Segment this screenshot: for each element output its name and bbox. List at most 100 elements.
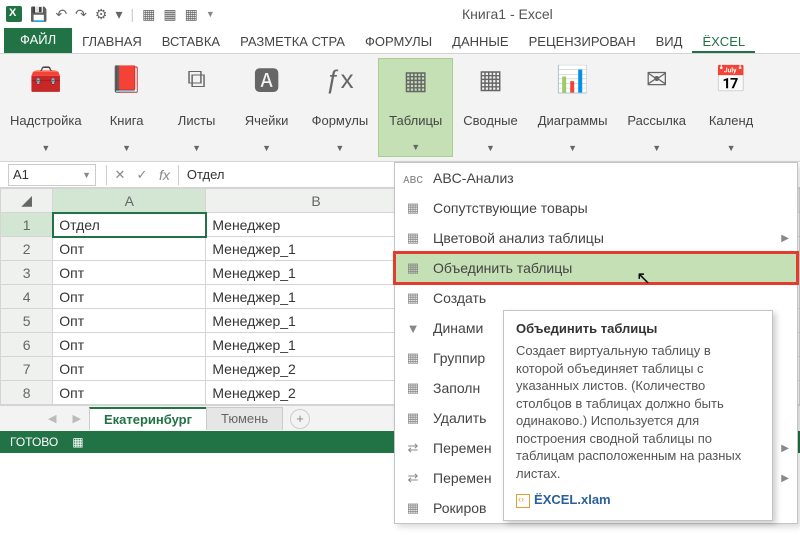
chevron-down-icon: ▼ bbox=[192, 143, 201, 153]
chevron-down-icon: ▼ bbox=[335, 143, 344, 153]
col-header-A[interactable]: A bbox=[53, 189, 206, 213]
name-box[interactable]: A1▼ bbox=[8, 164, 96, 186]
tables-menu-icon: ▦ bbox=[399, 63, 433, 97]
qat-more-icon[interactable]: ▾ bbox=[115, 6, 122, 23]
sheet-nav-prev-icon[interactable]: ◀ bbox=[48, 412, 56, 425]
cell[interactable]: Опт bbox=[53, 357, 206, 381]
cell[interactable]: Опт bbox=[53, 309, 206, 333]
chevron-right-icon: ▶ bbox=[781, 473, 789, 484]
chevron-down-icon: ▼ bbox=[568, 143, 577, 153]
excel-icon bbox=[6, 6, 22, 22]
tab-разметка стра[interactable]: РАЗМЕТКА СТРА bbox=[230, 30, 355, 53]
menu-item-icon: ▦ bbox=[403, 200, 423, 216]
menu-item[interactable]: ▦Цветовой анализ таблицы▶ bbox=[395, 223, 797, 253]
workbook-menu[interactable]: 📕Книга▼ bbox=[92, 58, 162, 157]
charts-menu-icon: 📊 bbox=[556, 62, 590, 96]
tab-вставка[interactable]: ВСТАВКА bbox=[152, 30, 230, 53]
menu-item[interactable]: ▦Создать bbox=[395, 283, 797, 313]
menu-item-icon: ▦ bbox=[403, 230, 423, 246]
qat-custom-icon[interactable]: ⚙ bbox=[95, 6, 108, 23]
row-header-3[interactable]: 3 bbox=[1, 261, 53, 285]
chevron-down-icon: ▼ bbox=[486, 143, 495, 153]
menu-item-icon: ▦ bbox=[403, 290, 423, 306]
cancel-edit-icon[interactable]: ✕ bbox=[109, 167, 131, 183]
formulas-menu[interactable]: ƒxФормулы▼ bbox=[302, 58, 379, 157]
cell[interactable]: Отдел bbox=[53, 213, 206, 237]
mail-menu[interactable]: ✉Рассылка▼ bbox=[617, 58, 696, 157]
addin-menu-icon: 🧰 bbox=[29, 62, 63, 96]
sheets-menu[interactable]: ⧉Листы▼ bbox=[162, 58, 232, 157]
menu-item[interactable]: ▦Сопутствующие товары bbox=[395, 193, 797, 223]
sheet-tab[interactable]: Екатеринбург bbox=[89, 407, 207, 430]
sheets-menu-icon: ⧉ bbox=[180, 62, 214, 96]
cell[interactable]: Опт bbox=[53, 285, 206, 309]
qat-cmd2-icon[interactable]: ▦ bbox=[163, 6, 176, 23]
formula-value[interactable]: Отдел bbox=[181, 167, 231, 182]
cell[interactable]: Опт bbox=[53, 261, 206, 285]
cell[interactable]: Опт bbox=[53, 381, 206, 405]
tooltip-link: ЁXCEL.xlam bbox=[516, 492, 760, 508]
undo-icon[interactable]: ↶ bbox=[55, 6, 67, 23]
pivot-menu[interactable]: ▦Сводные▼ bbox=[453, 58, 527, 157]
pivot-menu-icon: ▦ bbox=[473, 62, 507, 96]
chevron-right-icon: ▶ bbox=[781, 233, 789, 244]
cell[interactable]: Опт bbox=[53, 237, 206, 261]
menu-item-icon: ⇄ bbox=[403, 440, 423, 456]
window-title: Книга1 - Excel bbox=[221, 6, 794, 22]
menu-item-icon: ▼ bbox=[403, 321, 423, 336]
calendar-menu[interactable]: 📅Календ▼ bbox=[696, 58, 766, 157]
qat-cmd1-icon[interactable]: ▦ bbox=[142, 6, 155, 23]
chevron-down-icon: ▼ bbox=[41, 143, 50, 153]
cell[interactable]: Опт bbox=[53, 333, 206, 357]
quick-access-toolbar: 💾 ↶ ↷ ⚙ ▾ | ▦ ▦ ▦ ▼ bbox=[6, 6, 215, 23]
chevron-down-icon: ▼ bbox=[727, 143, 736, 153]
row-header-6[interactable]: 6 bbox=[1, 333, 53, 357]
tab-ёxcel[interactable]: ЁXCEL bbox=[692, 30, 755, 53]
tab-формулы[interactable]: ФОРМУЛЫ bbox=[355, 30, 442, 53]
tooltip: Объединить таблицы Создает виртуальную т… bbox=[503, 310, 773, 521]
tables-menu[interactable]: ▦Таблицы▼ bbox=[378, 58, 453, 157]
redo-icon[interactable]: ↷ bbox=[75, 6, 87, 23]
addin-menu[interactable]: 🧰Надстройка▼ bbox=[0, 58, 92, 157]
chevron-right-icon: ▶ bbox=[781, 443, 789, 454]
chevron-down-icon: ▼ bbox=[122, 143, 131, 153]
tab-рецензирован[interactable]: РЕЦЕНЗИРОВАН bbox=[519, 30, 646, 53]
menu-item-icon: ▦ bbox=[403, 380, 423, 396]
cells-menu[interactable]: 🅰Ячейки▼ bbox=[232, 58, 302, 157]
qat-cmd3-icon[interactable]: ▦ bbox=[185, 6, 198, 23]
sheet-tab[interactable]: Тюмень bbox=[206, 407, 283, 430]
tooltip-title: Объединить таблицы bbox=[516, 321, 760, 336]
row-header-7[interactable]: 7 bbox=[1, 357, 53, 381]
select-all-cell[interactable]: ◢ bbox=[1, 189, 53, 213]
enter-edit-icon[interactable]: ✓ bbox=[131, 167, 153, 183]
menu-item[interactable]: ᴀʙᴄABC-Анализ bbox=[395, 163, 797, 193]
row-header-5[interactable]: 5 bbox=[1, 309, 53, 333]
qat-dropdown-icon[interactable]: ▼ bbox=[206, 9, 215, 19]
save-icon[interactable]: 💾 bbox=[30, 6, 47, 23]
title-bar: 💾 ↶ ↷ ⚙ ▾ | ▦ ▦ ▦ ▼ Книга1 - Excel bbox=[0, 0, 800, 28]
row-header-1[interactable]: 1 bbox=[1, 213, 53, 237]
menu-item-icon: ▦ bbox=[403, 260, 423, 276]
sheet-nav-next-icon[interactable]: ▶ bbox=[72, 412, 80, 425]
mail-menu-icon: ✉ bbox=[640, 62, 674, 96]
fx-icon[interactable]: fx bbox=[159, 167, 170, 183]
tab-вид[interactable]: ВИД bbox=[646, 30, 693, 53]
macro-record-icon[interactable]: ▦ bbox=[72, 435, 83, 449]
qat-sep: | bbox=[131, 6, 135, 22]
ribbon-tabs: ФАЙЛГЛАВНАЯВСТАВКАРАЗМЕТКА СТРАФОРМУЛЫДА… bbox=[0, 28, 800, 54]
row-header-8[interactable]: 8 bbox=[1, 381, 53, 405]
workbook-menu-icon: 📕 bbox=[110, 62, 144, 96]
menu-item-icon: ▦ bbox=[403, 410, 423, 426]
menu-item[interactable]: ▦Объединить таблицы bbox=[395, 253, 797, 283]
menu-item-icon: ▦ bbox=[403, 500, 423, 516]
row-header-2[interactable]: 2 bbox=[1, 237, 53, 261]
tab-файл[interactable]: ФАЙЛ bbox=[4, 28, 72, 53]
row-header-4[interactable]: 4 bbox=[1, 285, 53, 309]
chevron-down-icon: ▼ bbox=[411, 142, 420, 152]
add-sheet-button[interactable]: + bbox=[290, 409, 310, 429]
tab-данные[interactable]: ДАННЫЕ bbox=[442, 30, 518, 53]
charts-menu[interactable]: 📊Диаграммы▼ bbox=[528, 58, 618, 157]
chevron-down-icon: ▼ bbox=[652, 143, 661, 153]
calendar-menu-icon: 📅 bbox=[714, 62, 748, 96]
tab-главная[interactable]: ГЛАВНАЯ bbox=[72, 30, 152, 53]
